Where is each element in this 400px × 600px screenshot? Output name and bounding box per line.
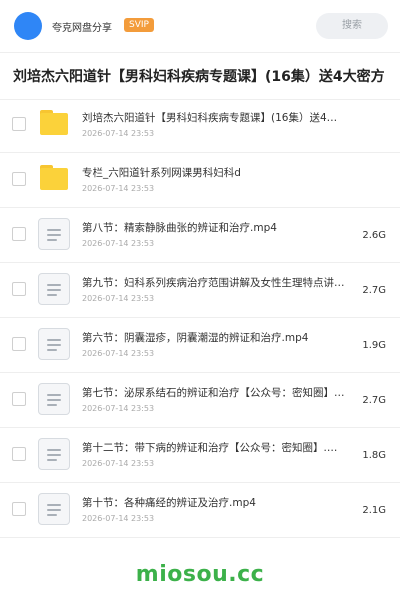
file-name[interactable]: 第十二节：带下病的辨证和治疗【公众号：密知圈】.mp4	[82, 440, 346, 455]
file-timestamp: 2026-07-14 23:53	[82, 184, 155, 193]
file-name[interactable]: 第八节：精索静脉曲张的辨证和治疗.mp4	[82, 220, 346, 235]
file-size: 1.8G	[362, 450, 386, 461]
row-checkbox[interactable]	[12, 337, 26, 351]
file-timestamp: 2026-07-14 23:53	[82, 514, 155, 523]
svip-badge: SVIP	[124, 18, 154, 32]
file-timestamp: 2026-07-14 23:53	[82, 349, 155, 358]
document-icon	[38, 273, 70, 305]
brand-name: 夸克网盘分享	[52, 23, 112, 34]
file-timestamp: 2026-07-14 23:53	[82, 459, 155, 468]
folder-icon	[38, 163, 70, 195]
folder-icon	[38, 108, 70, 140]
row-checkbox[interactable]	[12, 117, 26, 131]
document-icon	[38, 218, 70, 250]
file-name[interactable]: 专栏_六阳道针系列网课男科妇科d	[82, 165, 346, 180]
file-name[interactable]: 第九节：妇科系列疾病治疗范围讲解及女性生理特点讲解.mp4	[82, 275, 346, 290]
app-header: 夸克网盘分享 SVIP 搜索	[0, 0, 400, 52]
file-row[interactable]: 第八节：精索静脉曲张的辨证和治疗.mp4 2026-07-14 23:53 2.6G	[0, 209, 400, 263]
file-row[interactable]: 第十节：各种痛经的辨证及治疗.mp4 2026-07-14 23:53 2.1G	[0, 484, 400, 538]
document-icon	[38, 383, 70, 415]
document-icon	[38, 438, 70, 470]
document-icon	[38, 493, 70, 525]
file-size: 2.7G	[362, 285, 386, 296]
file-timestamp: 2026-07-14 23:53	[82, 294, 155, 303]
file-name[interactable]: 第十节：各种痛经的辨证及治疗.mp4	[82, 495, 346, 510]
file-size: 1.9G	[362, 340, 386, 351]
file-size: 2.1G	[362, 505, 386, 516]
file-name[interactable]: 第七节：泌尿系结石的辨证和治疗【公众号：密知圈】.mp4	[82, 385, 346, 400]
avatar[interactable]	[14, 12, 42, 40]
file-timestamp: 2026-07-14 23:53	[82, 404, 155, 413]
row-checkbox[interactable]	[12, 227, 26, 241]
row-checkbox[interactable]	[12, 282, 26, 296]
file-name[interactable]: 刘培杰六阳道针【男科妇科疾病专题课】(16集）送4大密方	[82, 110, 346, 125]
folder-title-bar: 刘培杰六阳道针【男科妇科疾病专题课】(16集）送4大密方	[0, 52, 400, 100]
file-row[interactable]: 第七节：泌尿系结石的辨证和治疗【公众号：密知圈】.mp4 2026-07-14 2…	[0, 374, 400, 428]
file-name[interactable]: 第六节：阴囊湿疹，阴囊潮湿的辨证和治疗.mp4	[82, 330, 346, 345]
file-timestamp: 2026-07-14 23:53	[82, 129, 155, 138]
folder-row[interactable]: 刘培杰六阳道针【男科妇科疾病专题课】(16集）送4大密方 2026-07-14 2…	[0, 99, 400, 153]
file-row[interactable]: 第六节：阴囊湿疹，阴囊潮湿的辨证和治疗.mp4 2026-07-14 23:53 1…	[0, 319, 400, 373]
row-checkbox[interactable]	[12, 172, 26, 186]
file-list: 刘培杰六阳道针【男科妇科疾病专题课】(16集）送4大密方 2026-07-14 2…	[0, 99, 400, 539]
folder-title: 刘培杰六阳道针【男科妇科疾病专题课】(16集）送4大密方	[13, 69, 385, 85]
file-timestamp: 2026-07-14 23:53	[82, 239, 155, 248]
document-icon	[38, 328, 70, 360]
file-size: 2.7G	[362, 395, 386, 406]
row-checkbox[interactable]	[12, 447, 26, 461]
file-row[interactable]: 第十二节：带下病的辨证和治疗【公众号：密知圈】.mp4 2026-07-14 23…	[0, 429, 400, 483]
search-button[interactable]: 搜索	[316, 13, 388, 39]
watermark-logo: miosou.cc	[135, 562, 265, 587]
folder-row[interactable]: 专栏_六阳道针系列网课男科妇科d 2026-07-14 23:53	[0, 154, 400, 208]
row-checkbox[interactable]	[12, 392, 26, 406]
file-row[interactable]: 第九节：妇科系列疾病治疗范围讲解及女性生理特点讲解.mp4 2026-07-14 …	[0, 264, 400, 318]
row-checkbox[interactable]	[12, 502, 26, 516]
file-size: 2.6G	[362, 230, 386, 241]
